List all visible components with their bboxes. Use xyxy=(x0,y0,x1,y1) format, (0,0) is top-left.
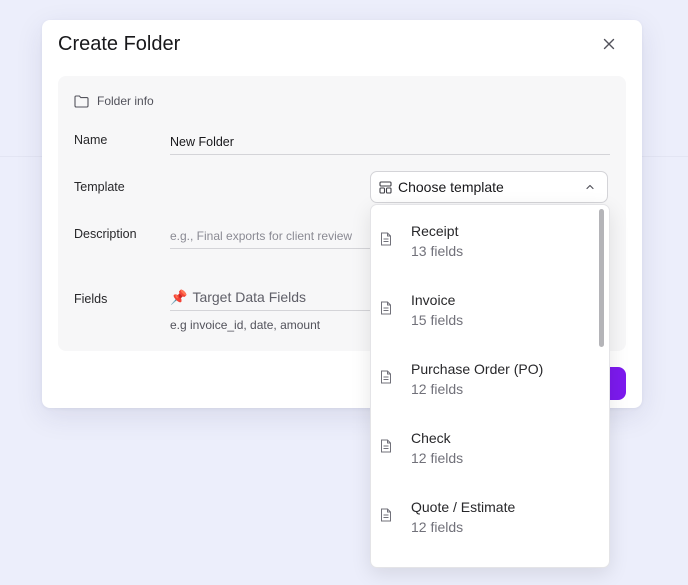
dropdown-scrollbar[interactable] xyxy=(599,209,604,347)
template-option-name: Invoice xyxy=(411,292,456,308)
template-select[interactable]: Choose template xyxy=(370,171,608,203)
template-label: Template xyxy=(74,180,125,194)
template-dropdown: Receipt 13 fields Invoice 15 fields Purc… xyxy=(370,204,610,568)
template-option-count: 12 fields xyxy=(411,519,464,535)
chevron-up-icon xyxy=(586,184,594,190)
template-option-name: Receipt xyxy=(411,223,459,239)
document-icon xyxy=(381,439,391,453)
template-option-invoice[interactable]: Invoice 15 fields xyxy=(371,274,597,334)
section-title: Folder info xyxy=(97,94,154,108)
template-option-name: Quote / Estimate xyxy=(411,499,516,515)
folder-icon xyxy=(74,94,89,108)
document-icon xyxy=(381,232,391,246)
modal-title: Create Folder xyxy=(58,33,181,55)
template-option-purchase-order[interactable]: Purchase Order (PO) 12 fields xyxy=(371,343,597,403)
template-option-receipt[interactable]: Receipt 13 fields xyxy=(371,205,597,265)
folder-info-header: Folder info xyxy=(74,94,154,108)
template-option-name: Check xyxy=(411,430,451,446)
template-option-count: 12 fields xyxy=(411,381,464,397)
document-icon xyxy=(381,301,391,315)
template-option-count: 13 fields xyxy=(411,243,464,259)
name-label: Name xyxy=(74,133,108,147)
template-option-quote-estimate[interactable]: Quote / Estimate 12 fields xyxy=(371,481,597,541)
template-icon xyxy=(379,180,392,194)
template-option-count: 12 fields xyxy=(411,450,464,466)
pin-icon: 📌 xyxy=(170,288,188,305)
description-label: Description xyxy=(74,227,137,241)
document-icon xyxy=(381,508,391,522)
name-input[interactable] xyxy=(170,130,610,155)
close-button[interactable] xyxy=(598,33,620,55)
fields-placeholder: Target Data Fields xyxy=(192,289,307,305)
close-icon xyxy=(603,38,615,50)
template-option-name: Purchase Order (PO) xyxy=(411,361,544,377)
template-option-check[interactable]: Check 12 fields xyxy=(371,412,597,472)
template-select-label: Choose template xyxy=(398,179,504,195)
fields-hint: e.g invoice_id, date, amount xyxy=(170,318,321,332)
document-icon xyxy=(381,370,391,384)
template-option-count: 15 fields xyxy=(411,312,464,328)
fields-label: Fields xyxy=(74,292,108,306)
